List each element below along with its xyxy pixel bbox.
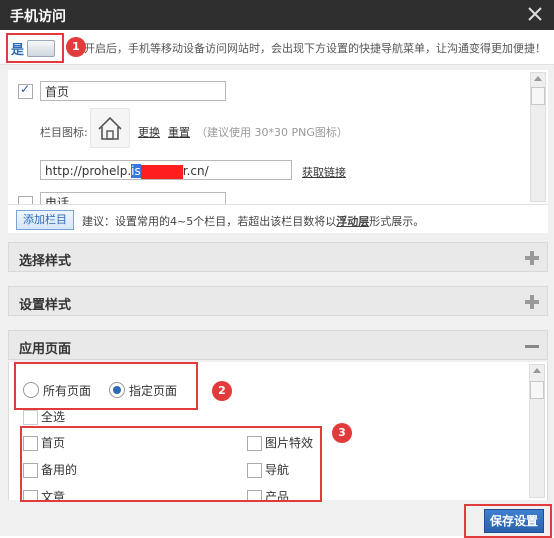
mobile-access-dialog: 手机访问 是 开启后，手机等移动设备访问网站时，会出现下方设置的快捷导航菜单，让… (0, 0, 554, 538)
expand-icon[interactable] (525, 295, 539, 309)
url-suffix: r.cn/ (182, 164, 209, 178)
tip-text-end: 形式展示。 (369, 215, 425, 228)
section-title: 选择样式 (19, 254, 72, 269)
nav-list-scrollbar[interactable] (530, 72, 546, 202)
change-icon-link[interactable]: 更换 (138, 124, 160, 140)
section-app-pages[interactable]: 应用页面 (8, 330, 548, 360)
url-redacted (140, 164, 183, 179)
section-title: 应用页面 (19, 342, 72, 357)
marker-3: 3 (332, 423, 352, 443)
home-icon (98, 116, 122, 140)
add-item-button[interactable]: 添加栏目 (16, 210, 74, 230)
floating-layer-link[interactable]: 浮动层 (336, 215, 369, 228)
select-all-label: 全选 (41, 410, 66, 424)
highlight-box-pages (20, 426, 322, 502)
section-set-style[interactable]: 设置样式 (8, 286, 548, 316)
reset-icon-link[interactable]: 重置 (168, 124, 190, 140)
enable-description: 开启后，手机等移动设备访问网站时，会出现下方设置的快捷导航菜单，让沟通变得更加便… (84, 42, 546, 55)
url-selected-text: is (131, 164, 141, 178)
scroll-thumb[interactable] (530, 381, 544, 399)
highlight-box-toggle (6, 33, 64, 63)
marker-1: 1 (66, 37, 86, 57)
add-item-row: 添加栏目 建议：设置常用的4~5个栏目，若超出该栏目数将以浮动层形式展示。 (8, 204, 548, 233)
section-select-style[interactable]: 选择样式 (8, 242, 548, 272)
get-link-button[interactable]: 获取链接 (302, 164, 346, 180)
scroll-thumb[interactable] (531, 87, 545, 105)
url-prefix: http://prohelp. (45, 164, 132, 178)
nav-icon-preview (90, 108, 130, 148)
nav-item-name-value: 首页 (45, 85, 70, 99)
dialog-title: 手机访问 (10, 9, 66, 25)
close-icon[interactable] (526, 5, 544, 23)
section-title: 设置样式 (19, 298, 72, 313)
select-all-checkbox[interactable] (23, 410, 38, 425)
highlight-box-save (464, 504, 552, 538)
icon-label: 栏目图标: (40, 126, 88, 139)
icon-size-hint: （建议使用 30*30 PNG图标） (196, 126, 348, 139)
tip-text: 建议：设置常用的4~5个栏目，若超出该栏目数将以 (82, 215, 337, 228)
expand-icon[interactable] (525, 251, 539, 265)
nav-item-url-field[interactable]: http://prohelp.is r.cn/ (40, 160, 292, 180)
scroll-up-icon[interactable] (534, 76, 542, 81)
highlight-box-radios (14, 362, 198, 410)
nav-item-name-field[interactable]: 首页 (40, 81, 226, 101)
app-pages-scrollbar[interactable] (529, 364, 545, 498)
nav-item-checkbox[interactable] (18, 82, 33, 99)
add-item-tip: 建议：设置常用的4~5个栏目，若超出该栏目数将以浮动层形式展示。 (82, 213, 424, 229)
collapse-icon[interactable] (525, 345, 539, 348)
dialog-titlebar: 手机访问 (0, 0, 554, 30)
marker-2: 2 (212, 381, 232, 401)
scroll-up-icon[interactable] (533, 368, 541, 373)
